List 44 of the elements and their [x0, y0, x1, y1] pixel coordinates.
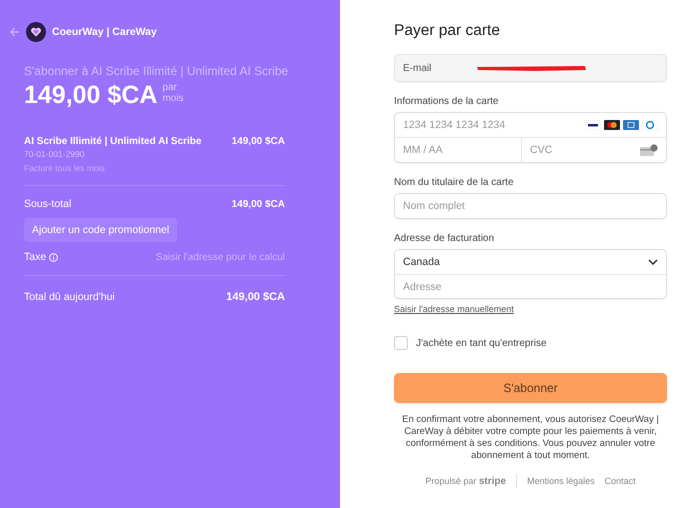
item-amount: 149,00 $CA	[232, 136, 285, 149]
expiry-field[interactable]: MM / AA	[403, 144, 513, 156]
chevron-down-icon	[648, 259, 658, 265]
subtotal-amount: 149,00 $CA	[232, 198, 285, 210]
item-name: AI Scribe Illimité | Unlimited AI Scribe	[24, 136, 202, 147]
price: 149,00 $CA	[24, 80, 158, 110]
amex-card-icon	[623, 120, 639, 130]
promo-code-button[interactable]: Ajouter un code promotionnel	[24, 218, 178, 242]
email-label: E-mail	[403, 62, 432, 74]
tax-note: Saisir l'adresse pour le calcul	[156, 252, 285, 262]
mastercard-icon	[604, 120, 620, 130]
address-field[interactable]: Adresse	[403, 280, 658, 292]
powered-by-text: Propulsé par	[425, 476, 476, 486]
subtotal-label: Sous-total	[24, 198, 72, 210]
diners-card-icon	[642, 120, 658, 130]
cvc-card-icon	[640, 144, 658, 156]
email-field[interactable]: E-mail	[394, 54, 667, 82]
item-sku: 70-01-001-2990	[24, 149, 86, 159]
billing-address-label: Adresse de facturation	[394, 233, 496, 244]
form-title: Payer par carte	[394, 22, 501, 40]
brand-name: CoeurWay | CareWay	[52, 26, 157, 38]
back-arrow-icon[interactable]	[10, 27, 20, 37]
cvc-field[interactable]: CVC	[530, 144, 640, 156]
footer-link[interactable]: Mentions légales	[527, 476, 595, 486]
cardholder-name-field[interactable]: Nom complet	[394, 193, 667, 219]
subscribe-button[interactable]: S'abonner	[394, 373, 667, 403]
card-info-label: Informations de la carte	[394, 96, 500, 107]
footer-link[interactable]: Contact	[604, 476, 636, 486]
disclaimer-text: En confirmant votre abonnement, vous autorisez CoeurWay | CareWay à débiter votre compte pour les paiements à venir, conformément à ses conditions. Vous pouvez annuler votre abonnement à tout moment.	[401, 414, 660, 462]
billing-frequency: Facturé tous les mois	[24, 163, 106, 173]
total-label: Total dû aujourd'hui	[24, 291, 115, 303]
card-number-field[interactable]: 1234 1234 1234 1234	[403, 119, 585, 131]
stripe-logo[interactable]: stripe	[478, 476, 506, 486]
price-period: par mois	[162, 82, 184, 104]
visa-card-icon	[585, 120, 601, 130]
total-amount: 149,00 $CA	[226, 291, 285, 303]
heart-logo-icon	[26, 22, 46, 42]
info-icon[interactable]	[49, 252, 58, 262]
cardholder-label: Nom du titulaire de la carte	[394, 177, 515, 188]
business-checkbox-label: J'achète en tant qu'entreprise	[416, 338, 547, 348]
country-select[interactable]: Canada	[395, 250, 666, 274]
tax-label: Taxe	[24, 251, 46, 263]
business-checkbox[interactable]	[394, 336, 408, 350]
manual-address-link[interactable]: Saisir l'adresse manuellement	[394, 304, 514, 314]
